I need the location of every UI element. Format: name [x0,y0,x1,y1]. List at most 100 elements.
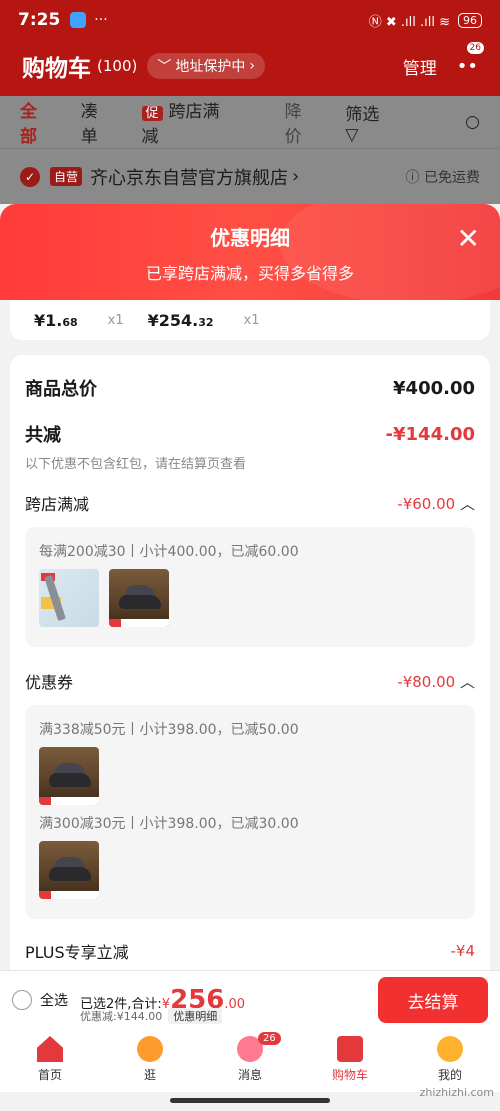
message-badge: 26 [258,1032,281,1045]
coupon-row[interactable]: 优惠券 -¥80.00 ︿ [25,669,475,693]
nav-label: 消息 [237,1068,262,1082]
reduce-label: 共减 [25,425,61,446]
plus-row[interactable]: PLUS专享立减 -¥4 [25,939,475,963]
nav-label: 我的 [437,1068,462,1082]
checkout-bar: 全选 已选2件,合计: ¥ 256 .00 优惠减:¥144.00 优惠明细 去… [0,970,500,1028]
discount-summary-card: 商品总价 ¥400.00 共减 -¥144.00 以下优惠不包含红包，请在结算页… [10,355,490,970]
watermark: zhizhizhi.com [419,1086,494,1099]
coupon-label: 优惠券 [25,673,74,692]
cross-store-label: 跨店满减 [25,495,90,514]
manage-button[interactable]: 管理 [403,54,437,79]
total-amount-dec: .00 [224,997,246,1012]
cross-store-panel: 每满200减30丨小计400.00，已减60.00 [25,527,475,647]
tab-price-drop[interactable]: 降价 [285,97,316,147]
nav-home[interactable]: 首页 [0,1028,100,1092]
reduce-note: 以下优惠不包含红包，请在结算页查看 [25,457,247,472]
tab-bundle[interactable]: 凑单 [81,97,112,147]
self-operated-tag: 自营 [50,167,83,186]
item-price-int: ¥1. [34,310,63,330]
item-price: ¥1.68 [34,311,78,330]
tab-cross-store[interactable]: 促跨店满减 [141,97,255,147]
nav-me[interactable]: 我的 [400,1028,500,1092]
plus-label: PLUS专享立减 [25,943,129,962]
store-row: ✓ 自营 齐心京东自营官方旗舰店 › ⓘ 已免运费 [0,148,500,204]
more-button[interactable]: •• 26 [456,41,484,77]
plus-value: -¥4 [450,942,476,960]
item-qty: x1 [243,312,260,328]
discount-detail-body: ¥1.68 x1 ¥254.32 x1 商品总价 ¥400.00 共减 -¥14… [0,300,500,970]
product-thumb-shoe[interactable] [39,747,99,805]
nav-label: 逛 [143,1068,156,1082]
close-icon[interactable]: ✕ [457,222,480,255]
discount-detail-modal-header: 优惠明细 已享跨店满减，买得多省得多 ✕ [0,204,500,300]
chevron-right-icon: › [292,166,300,187]
more-dots-icon: •• [456,55,478,77]
top-header: 7:25 ··· Ⓝ ✖ .ıll .ıll ≋ 96 购物车 (100) ﹀ … [0,0,500,96]
free-shipping-label: ⓘ 已免运费 [405,169,480,186]
nav-browse[interactable]: 逛 [100,1028,200,1092]
tab-all[interactable]: 全部 [20,97,51,147]
cross-store-row[interactable]: 跨店满减 -¥60.00 ︿ [25,491,475,515]
discount-text: 优惠减:¥144.00 [80,1010,163,1023]
product-thumb-shoe[interactable] [109,569,169,627]
modal-subtitle: 已享跨店满减，买得多省得多 [145,264,354,283]
total-label: 商品总价 [25,379,97,400]
free-shipping-text: 已免运费 [424,169,480,186]
coupon-rule-1: 满338减50元丨小计398.00，已减50.00 [39,722,299,738]
shield-icon: ﹀ [157,59,172,75]
item-price-dec: 68 [62,315,78,329]
nav-cart[interactable]: 购物车 [300,1028,400,1092]
coupon-panel: 满338减50元丨小计398.00，已减50.00 满300减30元丨小计398… [25,705,475,919]
address-protection-label: 地址保护中 [175,59,246,75]
battery-icon: 96 [458,12,482,28]
filter-label: 筛选 [345,104,380,125]
status-bar: 7:25 ··· Ⓝ ✖ .ıll .ıll ≋ 96 [0,0,500,40]
nav-label: 购物车 [331,1068,368,1082]
status-time: 7:25 [18,10,61,30]
address-protection-pill[interactable]: ﹀ 地址保护中 › [147,53,265,79]
check-icon[interactable]: ✓ [20,166,40,187]
total-value: ¥400.00 [393,377,475,399]
nav-messages[interactable]: 26 消息 [200,1028,300,1092]
cart-count: (100) [97,57,138,75]
item-price: ¥254.32 [148,311,214,330]
store-name[interactable]: 齐心京东自营官方旗舰店 [90,164,288,190]
home-icon [37,1036,63,1062]
discount-line: 优惠减:¥144.00 优惠明细 [80,1008,223,1024]
status-dots: ··· [94,12,108,28]
item-qty: x1 [107,312,124,328]
profile-icon [437,1036,463,1062]
select-all-radio[interactable] [12,990,32,1010]
select-all-label[interactable]: 全选 [40,990,68,1010]
coupon-rule-2: 满300减30元丨小计398.00，已减30.00 [39,816,299,832]
promo-tag: 促 [141,106,163,121]
cart-icon [337,1036,363,1062]
chevron-right-icon: › [249,58,255,74]
cross-store-rule: 每满200减30丨小计400.00，已减60.00 [39,544,299,560]
cross-store-amount: -¥60.00 [397,494,456,513]
more-badge: 26 [466,41,484,54]
cross-store-value: -¥60.00 ︿ [397,493,475,514]
discount-detail-button[interactable]: 优惠明细 [168,1008,223,1024]
coupon-value: -¥80.00 ︿ [397,671,475,692]
cart-tabs: 全部 凑单 促跨店满减 降价 筛选 ▽ ○ [0,96,500,148]
total-row: 商品总价 ¥400.00 [25,375,475,401]
page-title: 购物车 [22,56,91,82]
search-icon[interactable]: ○ [465,112,480,132]
modal-title: 优惠明细 [210,226,290,250]
tab-filter[interactable]: 筛选 ▽ [345,100,447,145]
product-thumb-knife[interactable] [39,569,99,627]
home-indicator[interactable] [170,1098,330,1103]
reduce-row: 共减 -¥144.00 [25,421,475,447]
signal-icons: Ⓝ ✖ .ıll .ıll ≋ [368,14,450,30]
product-prices-card: ¥1.68 x1 ¥254.32 x1 [10,300,490,340]
item-price-dec: 32 [198,315,214,329]
checkout-button[interactable]: 去结算 [378,977,488,1023]
browse-icon [137,1036,163,1062]
chat-app-icon [70,12,87,28]
nav-label: 首页 [37,1068,62,1082]
coupon-amount: -¥80.00 [397,672,456,691]
product-thumb-shoe[interactable] [39,841,99,899]
item-price-int: ¥254. [147,310,199,330]
filter-icon: ▽ [345,124,359,145]
